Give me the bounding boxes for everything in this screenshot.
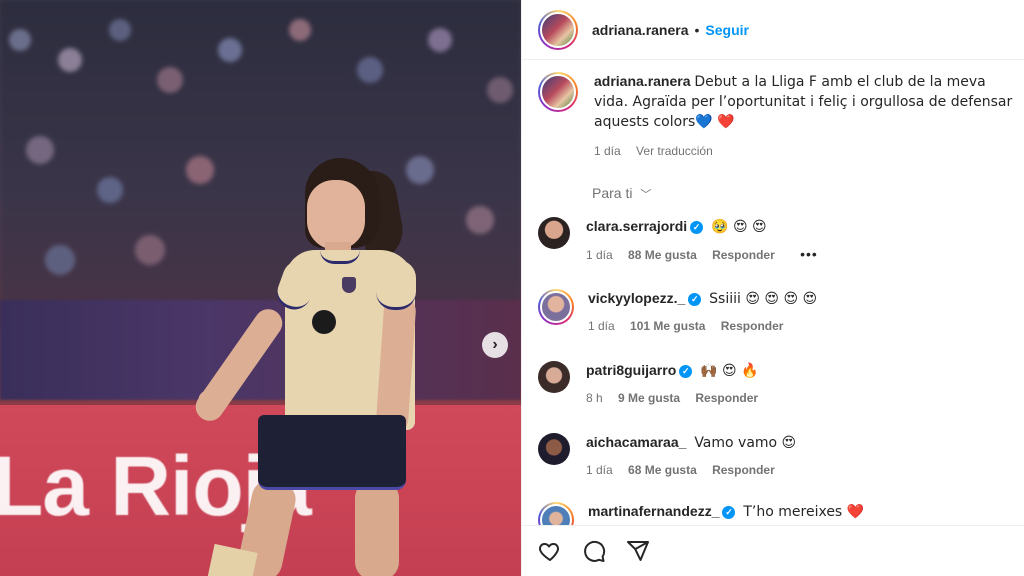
reply-button[interactable]: Responder xyxy=(695,391,758,405)
comment-text: 🙌🏾 😍 🔥 xyxy=(700,363,759,379)
separator-dot: • xyxy=(694,21,700,38)
chevron-right-icon: › xyxy=(492,336,498,353)
comment-time[interactable]: 1 día xyxy=(588,319,615,333)
reply-button[interactable]: Responder xyxy=(712,248,775,262)
sort-dropdown[interactable]: Para ti ﹀ xyxy=(592,185,651,202)
commenter-username[interactable]: martinafernandezz_ xyxy=(588,503,719,519)
comment-likes[interactable]: 9 Me gusta xyxy=(618,391,680,405)
player-figure xyxy=(190,150,430,576)
sort-label: Para ti xyxy=(592,185,633,201)
comments-scroll[interactable]: adriana.ranera Debut a la Lliga F amb el… xyxy=(522,60,1024,525)
translate-link[interactable]: Ver traducción xyxy=(636,144,713,158)
comment-item: patri8guijarro ✓ 🙌🏾 😍 🔥 8 h 9 Me gusta Re… xyxy=(538,361,1018,408)
commenter-username[interactable]: clara.serrajordi xyxy=(586,218,687,234)
comment-item: clara.serrajordi ✓ 🥹 😍 😍 1 día 88 Me gust… xyxy=(538,217,1018,265)
comment-text: T’ho mereixes ❤️ xyxy=(743,504,865,520)
share-icon[interactable] xyxy=(626,539,650,563)
more-options-icon[interactable]: ••• xyxy=(800,246,818,262)
comment-time[interactable]: 8 h xyxy=(586,391,603,405)
post-panel: adriana.ranera • Seguir adriana.ranera D… xyxy=(521,0,1024,576)
author-username[interactable]: adriana.ranera xyxy=(592,22,689,38)
comment-likes[interactable]: 68 Me gusta xyxy=(628,463,697,477)
caption-username[interactable]: adriana.ranera xyxy=(594,73,691,89)
post-caption: adriana.ranera Debut a la Lliga F amb el… xyxy=(538,72,1018,161)
commenter-avatar[interactable] xyxy=(538,502,574,525)
jersey-sponsor-logo xyxy=(312,310,336,334)
comment-time[interactable]: 1 día xyxy=(586,248,613,262)
verified-badge-icon: ✓ xyxy=(690,220,704,234)
comment-text: 🥹 😍 😍 xyxy=(711,219,767,235)
reply-button[interactable]: Responder xyxy=(721,319,784,333)
verified-badge-icon: ✓ xyxy=(722,505,736,519)
verified-badge-icon: ✓ xyxy=(688,292,702,306)
commenter-username[interactable]: vickyylopezz._ xyxy=(588,290,685,306)
comment-likes[interactable]: 101 Me gusta xyxy=(630,319,705,333)
heart-icon[interactable] xyxy=(538,539,562,563)
chevron-down-icon: ﹀ xyxy=(640,189,652,201)
post-image[interactable]: La Rioja › xyxy=(0,0,521,576)
verified-badge-icon: ✓ xyxy=(679,364,693,378)
reply-button[interactable]: Responder xyxy=(712,463,775,477)
caption-avatar[interactable] xyxy=(538,72,578,112)
comment-time[interactable]: 1 día xyxy=(586,463,613,477)
comment-icon[interactable] xyxy=(582,539,606,563)
comment-likes[interactable]: 88 Me gusta xyxy=(628,248,697,262)
commenter-username[interactable]: patri8guijarro xyxy=(586,362,676,378)
caption-time[interactable]: 1 día xyxy=(594,144,621,158)
action-bar xyxy=(522,525,1024,576)
comment-item: vickyylopezz._ ✓ Ssiiii 😍 😍 😍 😍 1 día 101… xyxy=(538,289,1018,336)
follow-button[interactable]: Seguir xyxy=(705,22,749,38)
next-image-button[interactable]: › xyxy=(482,332,508,358)
comment-text: Ssiiii 😍 😍 😍 😍 xyxy=(709,291,818,307)
club-crest xyxy=(342,277,356,293)
commenter-avatar[interactable] xyxy=(538,217,570,249)
post-header: adriana.ranera • Seguir xyxy=(522,0,1024,60)
comment-text: Vamo vamo 😍 xyxy=(694,435,797,451)
commenter-avatar[interactable] xyxy=(538,289,574,325)
comment-item: aichacamaraa_ Vamo vamo 😍 1 día 68 Me gu… xyxy=(538,433,1018,480)
author-avatar[interactable] xyxy=(538,9,578,50)
commenter-username[interactable]: aichacamaraa_ xyxy=(586,434,686,450)
commenter-avatar[interactable] xyxy=(538,433,570,465)
commenter-avatar[interactable] xyxy=(538,361,570,393)
comment-item: martinafernandezz_ ✓ T’ho mereixes ❤️ xyxy=(538,502,1018,525)
